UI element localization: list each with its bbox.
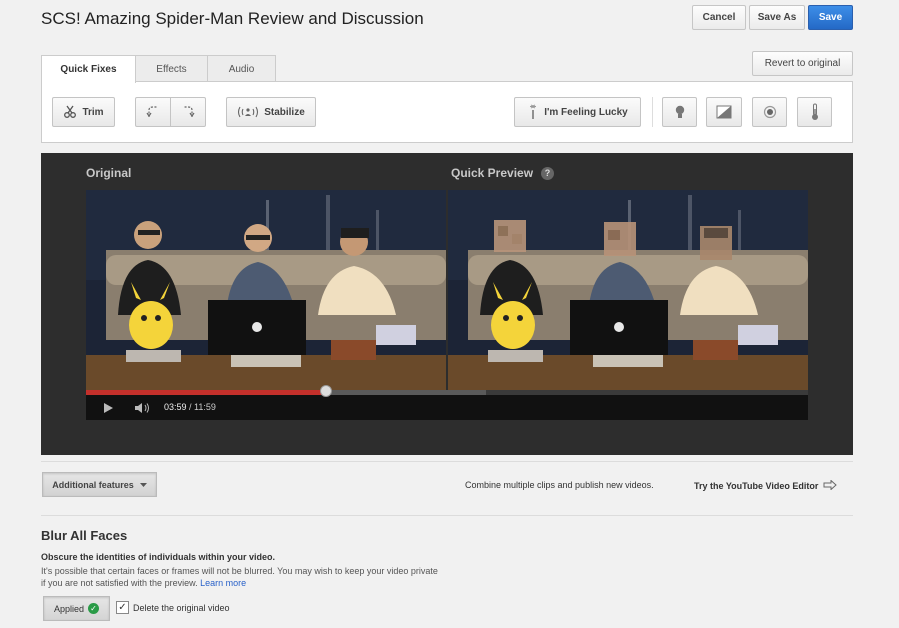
blur-faces-title: Blur All Faces [41,528,128,543]
lightbulb-icon [674,104,686,120]
additional-features-button[interactable]: Additional features [42,472,157,497]
arrow-right-icon [823,479,838,492]
time-display: 03:59 / 11:59 [164,402,216,412]
time-separator: / [186,402,195,412]
combine-clips-text: Combine multiple clips and publish new v… [465,480,654,490]
help-icon[interactable]: ? [541,166,555,180]
played-bar [86,390,326,395]
blur-faces-description: It's possible that certain faces or fram… [41,565,441,589]
video-player-controls: 03:59 / 11:59 [86,385,808,420]
preview-stage: Original Quick Preview ? 03:59 / 11:59 [41,153,853,455]
original-video-image [86,190,446,390]
saturation-icon [763,105,777,119]
volume-icon[interactable] [134,401,152,419]
section-divider-2 [41,515,853,516]
section-divider [41,461,853,462]
additional-features-label: Additional features [52,479,134,490]
thermometer-icon [810,103,820,121]
quick-preview-text: Quick Preview [451,166,534,180]
tab-quick-fixes[interactable]: Quick Fixes [41,55,136,83]
blur-faces-summary: Obscure the identities of individuals wi… [41,552,276,562]
scrubber-handle[interactable] [320,385,332,397]
tab-audio[interactable]: Audio [207,55,276,82]
delete-original-checkbox[interactable]: ✓ [116,601,129,614]
page-title: SCS! Amazing Spider-Man Review and Discu… [41,9,424,28]
save-as-button[interactable]: Save As [749,5,805,30]
revert-button[interactable]: Revert to original [752,51,853,76]
trim-label: Trim [82,106,104,118]
quick-preview-label: Quick Preview ? [451,166,555,180]
contrast-icon [716,105,732,119]
brightness-button[interactable] [662,97,697,127]
stabilize-icon [237,105,259,119]
trim-button[interactable]: Trim [52,97,115,127]
play-icon[interactable] [102,401,114,419]
stabilize-button[interactable]: Stabilize [226,97,316,127]
quick-preview-video-frame[interactable] [448,190,808,390]
rotate-right-icon [180,104,196,120]
temperature-button[interactable] [797,97,832,127]
checkmark-icon: ✓ [88,603,100,614]
feeling-lucky-label: I'm Feeling Lucky [544,106,628,118]
try-video-editor-label: Try the YouTube Video Editor [694,481,819,491]
contrast-button[interactable] [706,97,742,127]
scissors-icon [63,105,77,119]
delete-original-label[interactable]: Delete the original video [133,603,230,613]
try-video-editor-link[interactable]: Try the YouTube Video Editor [694,479,838,492]
preview-video-image [448,190,808,390]
applied-button[interactable]: Applied ✓ [43,596,110,621]
cancel-button[interactable]: Cancel [692,5,746,30]
save-button[interactable]: Save [808,5,853,30]
duration: 11:59 [194,402,216,412]
quick-fixes-panel: Trim Stabilize I'm Feeling Lucky [41,81,853,143]
rotate-left-icon [145,104,161,120]
dropdown-arrow-icon [139,480,147,490]
magic-wand-icon [527,104,539,120]
original-label: Original [86,166,132,180]
original-video-frame[interactable] [86,190,446,390]
feeling-lucky-button[interactable]: I'm Feeling Lucky [514,97,641,127]
rotate-right-button[interactable] [170,97,206,127]
progress-bar[interactable] [86,385,808,397]
learn-more-link[interactable]: Learn more [200,578,246,588]
saturation-button[interactable] [752,97,787,127]
toolbar-divider [652,97,653,127]
rotate-left-button[interactable] [135,97,171,127]
current-time: 03:59 [164,402,187,412]
stabilize-label: Stabilize [264,106,305,118]
applied-label: Applied [53,603,85,614]
tab-effects[interactable]: Effects [135,55,208,82]
